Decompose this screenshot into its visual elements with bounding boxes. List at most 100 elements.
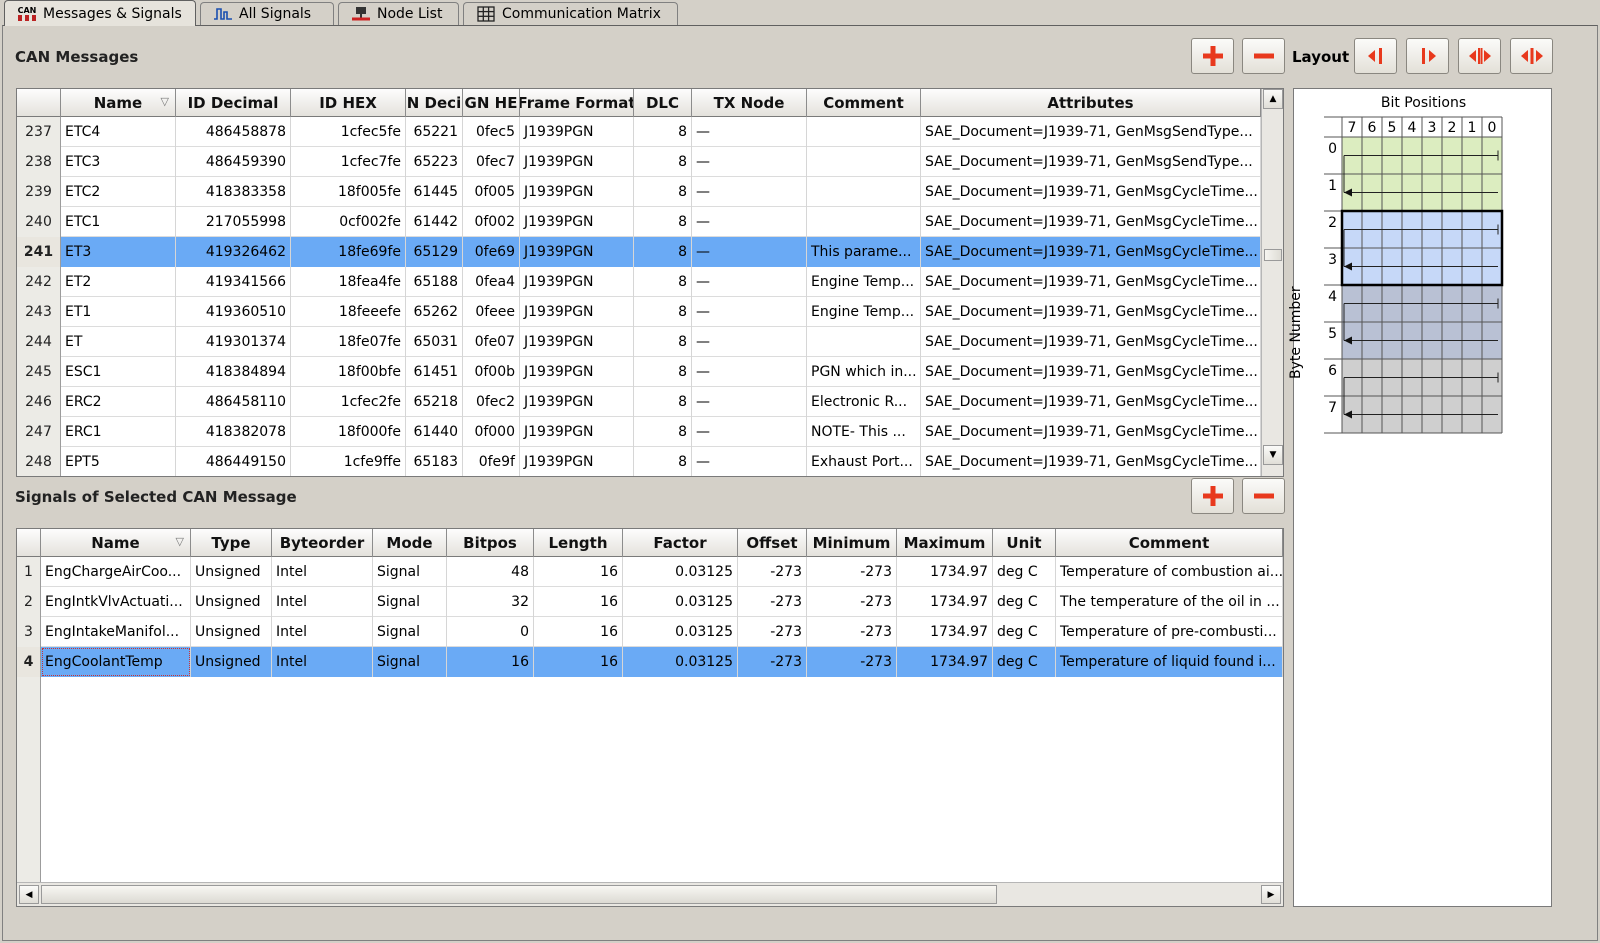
cell-pgn[interactable]: 65183 [406, 447, 463, 476]
cell-pgnhex[interactable]: 0f002 [463, 207, 520, 237]
cell-dlc[interactable]: 8 [634, 417, 692, 447]
cell-dlc[interactable]: 8 [634, 297, 692, 327]
cell-pgnhex[interactable]: 0f005 [463, 177, 520, 207]
cell-iddec[interactable]: 486458878 [176, 117, 291, 147]
scroll-down-button[interactable]: ▼ [1263, 445, 1283, 465]
scroll-up-button[interactable]: ▲ [1263, 89, 1283, 109]
bit-position-grid[interactable]: 7 6 5 4 3 2 1 001234567 [1294, 89, 1553, 449]
column-header-comment[interactable]: Comment [1056, 529, 1283, 557]
cell-comment[interactable] [807, 327, 921, 357]
cell-order[interactable]: Intel [272, 587, 373, 617]
column-header-factor[interactable]: Factor [623, 529, 738, 557]
cell-max[interactable]: 1734.97 [897, 647, 993, 677]
cell-name[interactable]: EngCoolantTemp [41, 647, 191, 677]
cell-frame[interactable]: J1939PGN [520, 387, 634, 417]
cell-name[interactable]: ETC1 [61, 207, 176, 237]
cell-pgnhex[interactable]: 0fec5 [463, 117, 520, 147]
cell-min[interactable]: -273 [807, 557, 897, 587]
cell-frame[interactable]: J1939PGN [520, 147, 634, 177]
cell-frame[interactable]: J1939PGN [520, 417, 634, 447]
column-header-pgn-hex[interactable]: GN HE [463, 89, 520, 117]
table-row[interactable]: 4 EngCoolantTemp Unsigned Intel Signal 16 16 0.… [17, 647, 1283, 677]
cell-pgnhex[interactable]: 0feee [463, 297, 520, 327]
cell-tx[interactable]: — [692, 177, 807, 207]
cell-factor[interactable]: 0.03125 [623, 557, 738, 587]
cell-mode[interactable]: Signal [373, 617, 447, 647]
cell-attr[interactable]: SAE_Document=J1939-71, GenMsgCycleTime..… [921, 237, 1261, 267]
cell-length[interactable]: 16 [534, 617, 623, 647]
cell-tx[interactable]: — [692, 207, 807, 237]
cell-attr[interactable]: SAE_Document=J1939-71, GenMsgCycleTime..… [921, 447, 1261, 476]
cell-comment[interactable]: Engine Temp... [807, 267, 921, 297]
cell-name[interactable]: EngChargeAirCoo... [41, 557, 191, 587]
cell-attr[interactable]: SAE_Document=J1939-71, GenMsgCycleTime..… [921, 357, 1261, 387]
cell-tx[interactable]: — [692, 237, 807, 267]
layout-collapse-left-button[interactable] [1354, 38, 1397, 74]
cell-dlc[interactable]: 8 [634, 447, 692, 476]
cell-attr[interactable]: SAE_Document=J1939-71, GenMsgCycleTime..… [921, 387, 1261, 417]
layout-collapse-right-button[interactable] [1406, 38, 1449, 74]
cell-offset[interactable]: -273 [738, 617, 807, 647]
cell-max[interactable]: 1734.97 [897, 557, 993, 587]
table-row[interactable]: 243 ET1 419360510 18feeefe 65262 0feee J1939PG… [17, 297, 1261, 327]
cell-frame[interactable]: J1939PGN [520, 297, 634, 327]
cell-dlc[interactable]: 8 [634, 207, 692, 237]
table-row[interactable]: 246 ERC2 486458110 1cfec2fe 65218 0fec2 J1939P… [17, 387, 1261, 417]
cell-attr[interactable]: SAE_Document=J1939-71, GenMsgCycleTime..… [921, 417, 1261, 447]
cell-min[interactable]: -273 [807, 647, 897, 677]
cell-dlc[interactable]: 8 [634, 237, 692, 267]
column-header-mode[interactable]: Mode [373, 529, 447, 557]
cell-tx[interactable]: — [692, 117, 807, 147]
table-row[interactable]: 247 ERC1 418382078 18f000fe 61440 0f000 J1939P… [17, 417, 1261, 447]
cell-iddec[interactable]: 486458110 [176, 387, 291, 417]
column-header-id-decimal[interactable]: ID Decimal [176, 89, 291, 117]
cell-comment[interactable]: Temperature of combustion ai... [1056, 557, 1283, 587]
cell-type[interactable]: Unsigned [191, 557, 272, 587]
cell-mode[interactable]: Signal [373, 557, 447, 587]
cell-frame[interactable]: J1939PGN [520, 237, 634, 267]
cell-frame[interactable]: J1939PGN [520, 357, 634, 387]
cell-frame[interactable]: J1939PGN [520, 177, 634, 207]
cell-tx[interactable]: — [692, 267, 807, 297]
cell-frame[interactable]: J1939PGN [520, 207, 634, 237]
cell-pgn[interactable]: 65031 [406, 327, 463, 357]
cell-unit[interactable]: deg C [993, 617, 1056, 647]
cell-idhex[interactable]: 18fea4fe [291, 267, 406, 297]
cell-pgn[interactable]: 65129 [406, 237, 463, 267]
cell-frame[interactable]: J1939PGN [520, 327, 634, 357]
table-row[interactable]: 242 ET2 419341566 18fea4fe 65188 0fea4 J1939PG… [17, 267, 1261, 297]
cell-comment[interactable]: Temperature of pre-combusti... [1056, 617, 1283, 647]
cell-dlc[interactable]: 8 [634, 267, 692, 297]
cell-unit[interactable]: deg C [993, 587, 1056, 617]
cell-dlc[interactable]: 8 [634, 147, 692, 177]
cell-mode[interactable]: Signal [373, 587, 447, 617]
column-header-offset[interactable]: Offset [738, 529, 807, 557]
table-row[interactable]: 239 ETC2 418383358 18f005fe 61445 0f005 J1939P… [17, 177, 1261, 207]
cell-type[interactable]: Unsigned [191, 647, 272, 677]
column-header-bitpos[interactable]: Bitpos [447, 529, 534, 557]
column-header-dlc[interactable]: DLC [634, 89, 692, 117]
cell-mode[interactable]: Signal [373, 647, 447, 677]
layout-shrink-button[interactable] [1458, 38, 1501, 74]
cell-iddec[interactable]: 419360510 [176, 297, 291, 327]
cell-iddec[interactable]: 418382078 [176, 417, 291, 447]
column-header-attributes[interactable]: Attributes [921, 89, 1261, 117]
cell-attr[interactable]: SAE_Document=J1939-71, GenMsgCycleTime..… [921, 177, 1261, 207]
cell-frame[interactable]: J1939PGN [520, 267, 634, 297]
scroll-right-button[interactable]: ▶ [1261, 885, 1281, 904]
cell-comment[interactable]: Temperature of liquid found i... [1056, 647, 1283, 677]
add-signal-button[interactable] [1191, 478, 1234, 514]
cell-comment[interactable] [807, 147, 921, 177]
cell-attr[interactable]: SAE_Document=J1939-71, GenMsgSendType... [921, 117, 1261, 147]
cell-tx[interactable]: — [692, 357, 807, 387]
cell-name[interactable]: ET [61, 327, 176, 357]
cell-name[interactable]: EPT5 [61, 447, 176, 476]
cell-name[interactable]: ETC4 [61, 117, 176, 147]
cell-order[interactable]: Intel [272, 617, 373, 647]
cell-offset[interactable]: -273 [738, 647, 807, 677]
tab-all-signals[interactable]: All Signals [200, 2, 334, 25]
cell-dlc[interactable]: 8 [634, 327, 692, 357]
scroll-left-button[interactable]: ◀ [19, 885, 39, 904]
column-header-name[interactable]: Name ▽ [61, 89, 176, 117]
cell-idhex[interactable]: 18f005fe [291, 177, 406, 207]
